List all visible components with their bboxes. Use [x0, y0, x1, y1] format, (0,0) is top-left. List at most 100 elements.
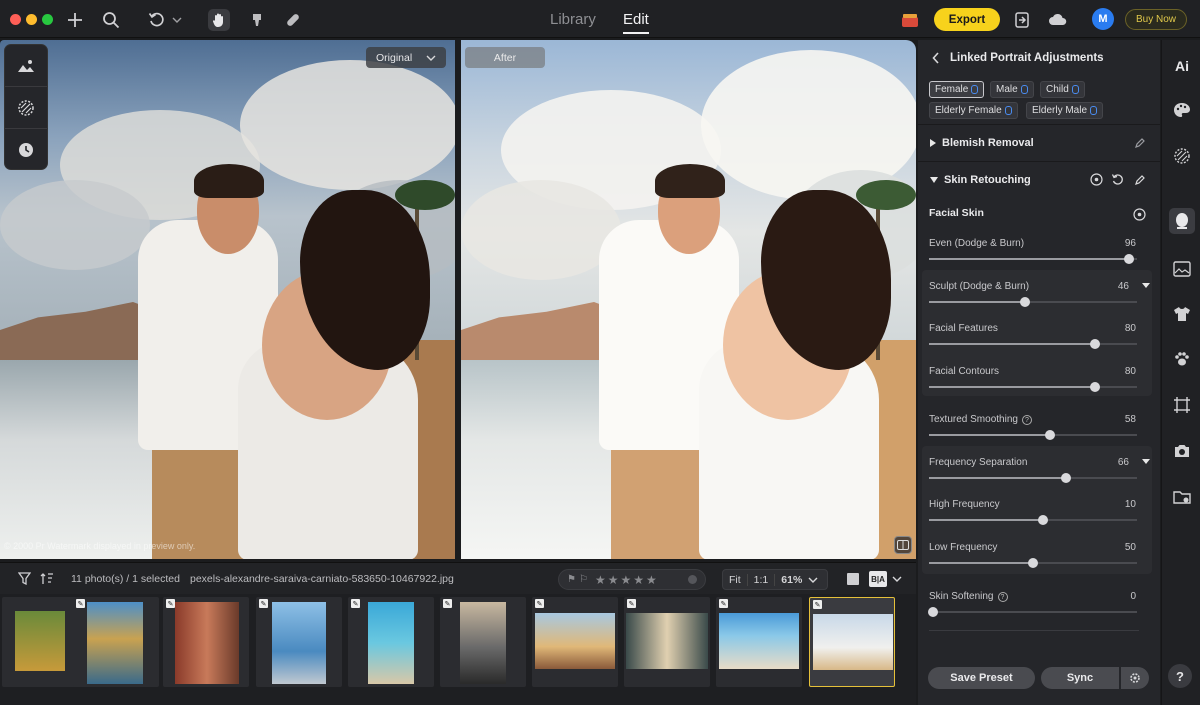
eye-icon[interactable]	[1090, 173, 1103, 186]
help-icon[interactable]: ?	[1021, 415, 1032, 425]
before-after-view-button[interactable]: B|A	[869, 571, 887, 587]
account-avatar[interactable]: M	[1092, 8, 1114, 30]
chevron-down-icon[interactable]	[808, 576, 818, 584]
edit-pen-icon[interactable]	[1134, 174, 1146, 186]
hand-tool-icon[interactable]	[208, 9, 230, 31]
help-button[interactable]: ?	[1168, 664, 1192, 688]
chip-female[interactable]: Female	[929, 81, 985, 98]
edit-pen-icon[interactable]	[1134, 137, 1146, 149]
slider-facial-features[interactable]: Facial Features 80	[929, 321, 1147, 361]
original-photo[interactable]	[0, 40, 455, 559]
dropdown-triangle-icon[interactable]	[1142, 283, 1150, 288]
export-to-app-icon[interactable]	[1011, 9, 1033, 31]
tab-library[interactable]: Library	[550, 11, 596, 28]
shirt-icon[interactable]	[1169, 301, 1195, 327]
slider-track[interactable]	[929, 473, 1137, 483]
slider-knob[interactable]	[1038, 515, 1049, 525]
original-view-dropdown[interactable]: Original	[366, 47, 446, 68]
dropdown-triangle-icon[interactable]	[1142, 459, 1150, 464]
eye-icon[interactable]	[1133, 208, 1146, 221]
thumbnail-selected[interactable]: ✎	[809, 597, 895, 687]
portrait-face-icon[interactable]	[1169, 208, 1195, 234]
filter-icon[interactable]	[17, 572, 32, 588]
history-clock-icon[interactable]	[5, 129, 47, 171]
thumbnail[interactable]: ✎	[716, 597, 802, 687]
slider-track[interactable]	[929, 515, 1137, 525]
folder-icon[interactable]	[1169, 484, 1195, 510]
landscape-tool-icon[interactable]	[5, 45, 47, 87]
thumbnail[interactable]: ✎	[163, 597, 249, 687]
flag-icon[interactable]: ⚑	[567, 574, 576, 585]
color-label-dot[interactable]	[688, 575, 697, 584]
slider-knob[interactable]	[1061, 473, 1072, 483]
slider-track[interactable]	[929, 430, 1137, 440]
save-preset-button[interactable]: Save Preset	[928, 667, 1035, 689]
export-button[interactable]: Export	[934, 8, 1000, 31]
after-photo[interactable]	[461, 40, 916, 559]
chip-male[interactable]: Male	[990, 81, 1034, 98]
add-icon[interactable]	[64, 9, 86, 31]
zoom-window-button[interactable]	[42, 14, 53, 25]
chip-elderly-male[interactable]: Elderly Male	[1026, 102, 1104, 119]
slider-sculpt-dodge-burn[interactable]: Sculpt (Dodge & Burn) 46	[929, 279, 1150, 319]
slider-high-frequency[interactable]: High Frequency 10	[929, 497, 1147, 537]
star-rating[interactable]: ★★★★★	[595, 573, 659, 587]
reset-icon[interactable]	[1111, 173, 1124, 186]
slider-frequency-separation[interactable]: Frequency Separation 66	[929, 455, 1150, 495]
slider-track[interactable]	[928, 607, 1137, 617]
chevron-down-icon[interactable]	[892, 574, 902, 586]
slider-track[interactable]	[929, 558, 1137, 568]
thumbnail[interactable]: ✎	[624, 597, 710, 687]
thumbnail[interactable]: ✎	[532, 597, 618, 687]
texture-tool-icon[interactable]	[5, 87, 47, 129]
thumbnail[interactable]: ✎	[440, 597, 526, 687]
section-skin-retouching[interactable]: Skin Retouching	[918, 161, 1160, 197]
slider-knob[interactable]	[1028, 558, 1038, 568]
back-chevron-icon[interactable]	[932, 52, 940, 64]
brush-icon[interactable]	[246, 9, 268, 31]
reject-flag-icon[interactable]: ⚐	[579, 574, 588, 585]
thumbnail[interactable]: ✎	[256, 597, 342, 687]
palette-icon[interactable]	[1169, 97, 1195, 123]
cloud-icon[interactable]	[1047, 9, 1069, 31]
landscape-icon[interactable]	[1169, 256, 1195, 282]
sort-icon[interactable]	[40, 572, 54, 588]
single-view-icon[interactable]	[847, 573, 859, 585]
paw-icon[interactable]	[1169, 346, 1195, 372]
search-icon[interactable]	[100, 9, 122, 31]
ai-module-button[interactable]: Ai	[1169, 53, 1195, 79]
gift-icon[interactable]	[899, 9, 921, 31]
sync-settings-button[interactable]	[1121, 667, 1149, 689]
thumbnail[interactable]: ✎	[348, 597, 434, 687]
slider-knob[interactable]	[1090, 339, 1101, 349]
slider-knob[interactable]	[1019, 297, 1030, 307]
undo-icon[interactable]	[146, 9, 168, 31]
tab-edit[interactable]: Edit	[623, 11, 649, 34]
texture-icon[interactable]	[1169, 143, 1195, 169]
slider-track[interactable]	[929, 254, 1137, 264]
slider-low-frequency[interactable]: Low Frequency 50	[929, 540, 1147, 580]
fit-button[interactable]: Fit	[723, 573, 748, 586]
split-view-toggle[interactable]	[894, 536, 912, 554]
slider-track[interactable]	[929, 339, 1137, 349]
chip-elderly-female[interactable]: Elderly Female	[929, 102, 1018, 119]
slider-track[interactable]	[929, 382, 1137, 392]
buy-now-button[interactable]: Buy Now	[1125, 9, 1187, 30]
one-to-one-button[interactable]: 1:1	[748, 573, 776, 586]
thumbnail[interactable]: ✎	[73, 597, 159, 687]
slider-knob[interactable]	[1044, 430, 1055, 440]
slider-knob[interactable]	[1090, 382, 1101, 392]
slider-knob[interactable]	[928, 607, 939, 617]
chip-child[interactable]: Child	[1040, 81, 1085, 98]
slider-track[interactable]	[929, 297, 1137, 307]
undo-history-chevron-icon[interactable]	[170, 9, 184, 31]
section-blemish-removal[interactable]: Blemish Removal	[918, 124, 1160, 160]
sync-button[interactable]: Sync	[1041, 667, 1119, 689]
slider-facial-contours[interactable]: Facial Contours 80	[929, 364, 1147, 404]
crop-icon[interactable]	[1169, 392, 1195, 418]
zoom-level[interactable]: 61%	[775, 574, 808, 586]
slider-skin-softening[interactable]: Skin Softening? 0	[928, 589, 1147, 629]
slider-knob[interactable]	[1123, 254, 1134, 264]
camera-icon[interactable]	[1169, 438, 1195, 464]
bandage-icon[interactable]	[282, 9, 304, 31]
